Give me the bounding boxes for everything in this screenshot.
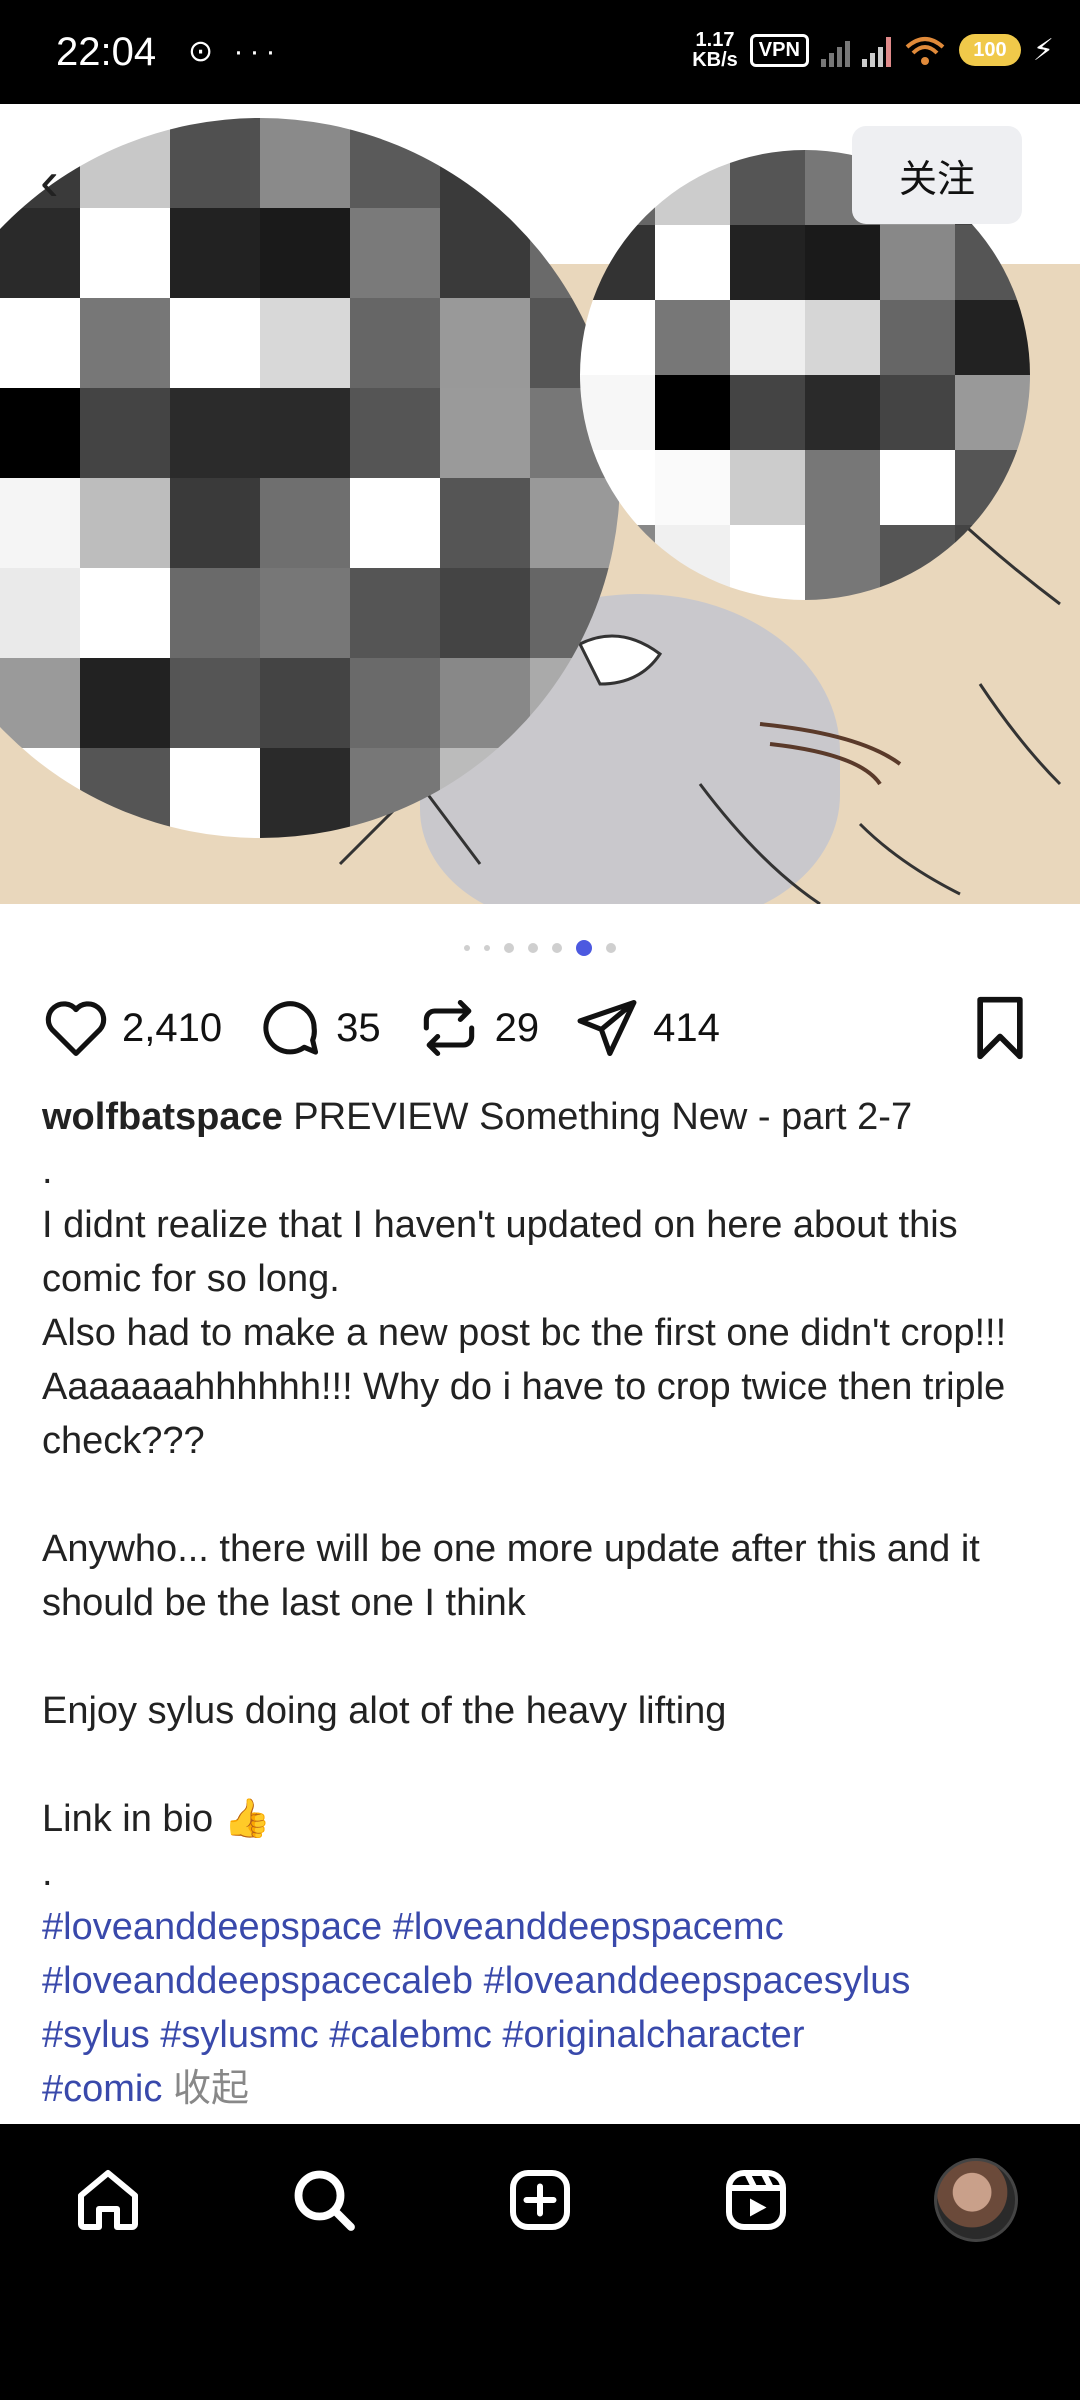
home-icon [78,2170,138,2230]
hashtag-block: #loveanddeepspace #loveanddeepspacemc #l… [42,1900,1042,2116]
like-button[interactable]: 2,410 [42,994,222,1062]
hashtag-link[interactable]: #loveanddeepspacecaleb [42,1960,473,2002]
signal-icon-2 [861,33,891,67]
post-media[interactable]: ‹ 关注 [0,104,1080,904]
caption-text: Anywho... there will be one more update … [42,1528,991,1624]
nav-home[interactable] [68,2160,148,2240]
collapse-link[interactable]: 收起 [173,2068,249,2110]
like-count: 2,410 [122,1005,223,1050]
bookmark-icon [977,996,1023,1060]
repost-button[interactable]: 29 [415,994,540,1062]
charging-icon: ⚡ [1032,33,1054,67]
vpn-badge: VPN [749,33,809,67]
nav-search[interactable] [284,2160,364,2240]
status-bar: 22:04 ⊙ ··· 1.17 KB/s VPN 100 ⚡ [0,0,1080,104]
back-arrow-icon[interactable]: ‹ [40,153,90,209]
share-count: 414 [653,1005,720,1050]
heart-icon [45,1001,107,1057]
carousel-dot [464,945,470,951]
save-button[interactable] [968,994,1032,1067]
reels-icon [726,2170,786,2230]
carousel-dot [528,943,538,953]
share-button[interactable]: 414 [573,994,720,1062]
wifi-icon [905,37,945,65]
repost-count: 29 [494,1005,540,1050]
comment-count: 35 [336,1005,381,1050]
follow-button[interactable]: 关注 [852,126,1022,224]
caption-text: Enjoy sylus doing alot of the heavy lift… [42,1690,727,1732]
caption-text: Also had to make a new post bc the first… [42,1312,1016,1462]
hashtag-link[interactable]: #calebmc [329,2014,492,2056]
caption-dot: . [42,1852,53,1894]
bottom-navigation [0,2124,1080,2400]
add-post-icon [510,2170,570,2230]
carousel-dot [552,943,562,953]
carousel-dot [606,943,616,953]
carousel-dot [484,945,490,951]
nav-profile-avatar[interactable] [934,2158,1018,2242]
hashtag-link[interactable]: #sylus [42,2014,150,2056]
hashtag-link[interactable]: #loveanddeepspacemc [393,1906,784,1948]
signal-icon [820,33,850,67]
caption-dot: . [42,1150,53,1192]
search-icon [294,2170,355,2231]
status-right: 1.17 KB/s VPN 100 ⚡ [692,30,1054,70]
action-bar: 2,410 35 29 414 [42,988,1042,1068]
repost-icon [423,999,474,1057]
caption-text: I didnt realize that I haven't updated o… [42,1204,969,1300]
status-time: 22:04 [56,30,157,74]
caption-text: Link in bio 👍 [42,1798,271,1840]
notification-icons: ⊙ ··· [188,35,282,68]
post-caption: wolfbatspace PREVIEW Something New - par… [42,1090,1042,2116]
hashtag-link[interactable]: #loveanddeepspacesylus [484,1960,911,2002]
hashtag-link[interactable]: #comic [42,2068,162,2110]
nav-create[interactable] [500,2160,580,2240]
carousel-dot [504,943,514,953]
carousel-dot-active [576,940,592,956]
nav-reels[interactable] [716,2160,796,2240]
network-speed: 1.17 KB/s [692,29,738,71]
hashtag-link[interactable]: #sylusmc [160,2014,318,2056]
comment-button[interactable]: 35 [256,994,381,1062]
username-link[interactable]: wolfbatspace [42,1096,283,1138]
caption-title: PREVIEW Something New - part 2-7 [293,1096,913,1138]
comment-icon [263,1001,319,1055]
battery-icon: 100 [958,34,1021,66]
carousel-indicator [0,940,1080,956]
hashtag-link[interactable]: #loveanddeepspace [42,1906,382,1948]
hashtag-link[interactable]: #originalcharacter [502,2014,804,2056]
send-icon [577,999,637,1057]
